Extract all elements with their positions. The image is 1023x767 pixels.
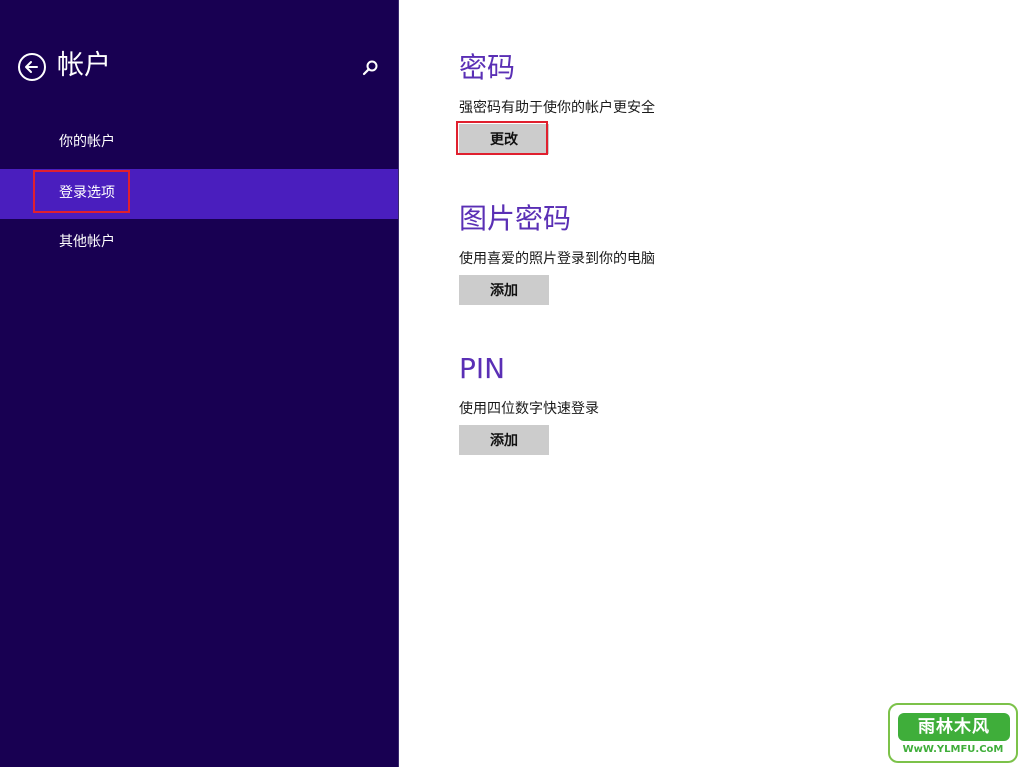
- sidebar-item-label: 你的帐户: [59, 134, 115, 150]
- section-description: 使用四位数字快速登录: [459, 401, 599, 417]
- search-icon: [362, 60, 378, 76]
- watermark-logo: 雨林木风 WwW.YLMFU.CoM: [888, 703, 1018, 763]
- sidebar-item-label: 登录选项: [59, 185, 115, 201]
- sidebar-item-sign-in-options[interactable]: 登录选项: [0, 169, 398, 219]
- change-password-button[interactable]: 更改: [459, 124, 549, 154]
- sidebar-divider: [398, 0, 399, 767]
- section-description: 使用喜爱的照片登录到你的电脑: [459, 251, 655, 267]
- back-button[interactable]: [18, 53, 46, 81]
- sidebar: 帐户 你的帐户 登录选项 其他帐户: [0, 0, 398, 767]
- sidebar-title: 帐户: [57, 50, 111, 81]
- section-heading: 密码: [459, 51, 516, 84]
- pc-settings-window: 帐户 你的帐户 登录选项 其他帐户 密码 强密码有助于使你的帐户更安全 更改 图…: [0, 0, 1023, 767]
- section-heading: 图片密码: [459, 202, 572, 235]
- sidebar-item-label: 其他帐户: [59, 234, 115, 250]
- back-arrow-icon: [25, 61, 38, 73]
- section-description: 强密码有助于使你的帐户更安全: [459, 100, 655, 116]
- main-content: 密码 强密码有助于使你的帐户更安全 更改 图片密码 使用喜爱的照片登录到你的电脑…: [456, 0, 999, 767]
- sidebar-item-your-account[interactable]: 你的帐户: [0, 117, 398, 167]
- add-picture-password-button[interactable]: 添加: [459, 275, 549, 305]
- sidebar-item-other-accounts[interactable]: 其他帐户: [0, 217, 398, 267]
- watermark-url: WwW.YLMFU.CoM: [902, 744, 1004, 755]
- watermark-text: 雨林木风: [918, 717, 990, 737]
- search-button[interactable]: [360, 58, 380, 78]
- add-pin-button[interactable]: 添加: [459, 425, 549, 455]
- watermark-badge: 雨林木风: [898, 713, 1010, 741]
- section-heading: PIN: [459, 352, 506, 385]
